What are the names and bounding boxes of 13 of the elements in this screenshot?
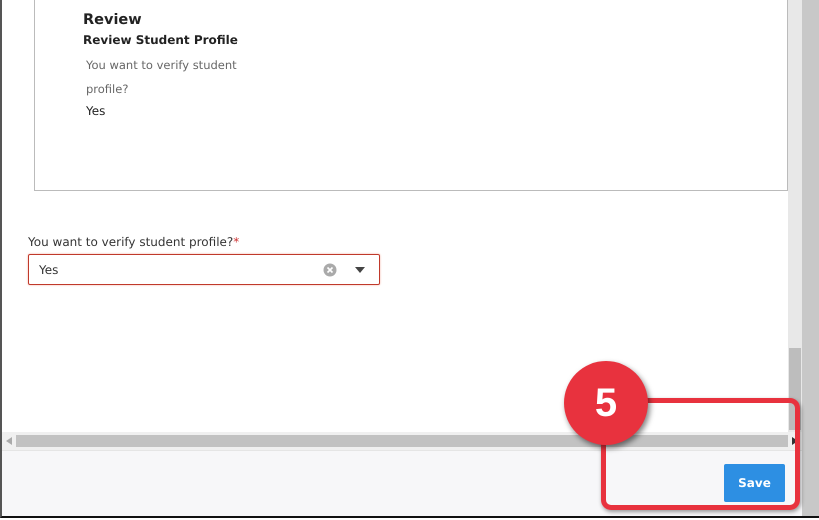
field-label: You want to verify student profile?* <box>28 235 240 249</box>
clear-icon[interactable] <box>323 262 337 276</box>
horizontal-scrollbar[interactable] <box>2 432 802 450</box>
vertical-scrollbar[interactable] <box>788 0 802 432</box>
section-subtitle: Review Student Profile <box>83 33 239 47</box>
caret-icon[interactable] <box>355 266 365 272</box>
scroll-left-icon[interactable] <box>6 437 12 445</box>
dropdown-field[interactable]: Yes <box>28 254 380 285</box>
review-answer: Yes <box>86 103 106 120</box>
step-badge: 5 <box>564 361 648 445</box>
review-question: You want to verify student profile? <box>86 57 238 98</box>
required-mark: * <box>233 235 240 249</box>
section-title: Review <box>83 12 143 28</box>
